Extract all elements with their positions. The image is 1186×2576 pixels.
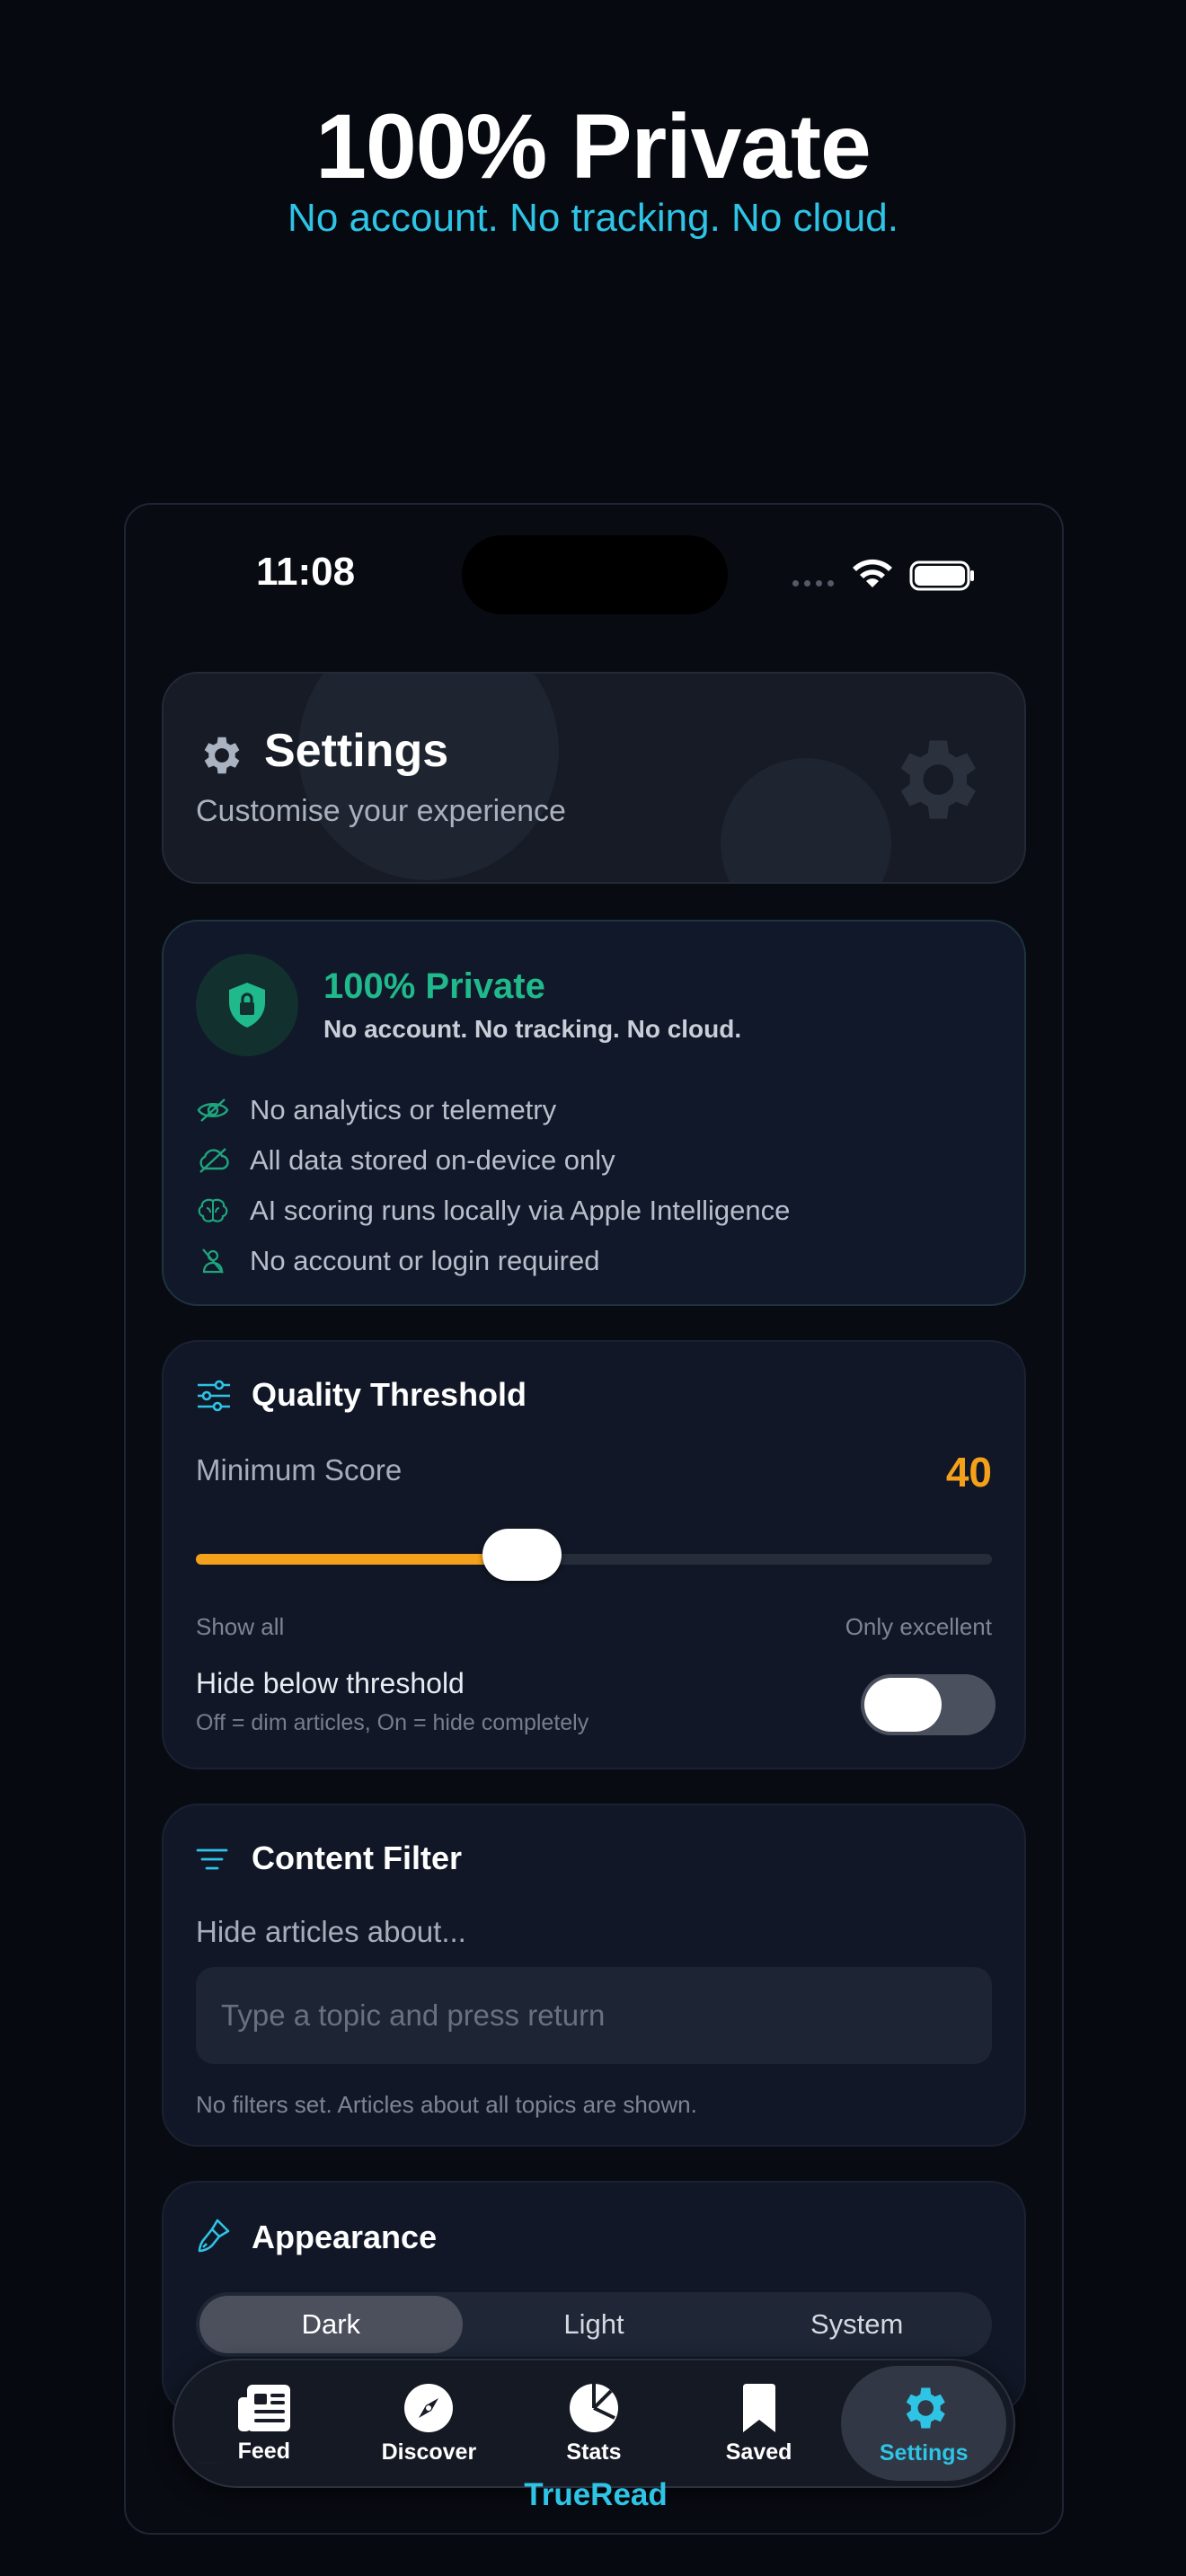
tab-stats[interactable]: Stats (511, 2366, 677, 2481)
person-slash-icon (196, 1248, 250, 1275)
privacy-title: 100% Private (323, 966, 545, 1006)
eye-slash-icon (196, 1097, 250, 1124)
quality-threshold-title: Quality Threshold (252, 1376, 527, 1413)
gear-watermark-icon (900, 740, 976, 819)
compass-icon (404, 2383, 454, 2432)
privacy-feature-label: No account or login required (250, 1245, 600, 1276)
phone-frame: 11:08 Settings Customise your experience (124, 503, 1064, 2535)
battery-icon (909, 560, 974, 591)
score-slider-thumb[interactable] (482, 1529, 562, 1581)
privacy-feature-list: No analytics or telemetry All data store… (196, 1085, 790, 1286)
bookmark-icon (742, 2383, 775, 2432)
topic-filter-input[interactable] (196, 1967, 992, 2064)
content-filter-note: No filters set. Articles about all topic… (196, 2091, 697, 2118)
cloud-slash-icon (196, 1147, 250, 1174)
tab-bar: Feed Discover Stats Saved Settings (173, 2359, 1015, 2488)
tab-saved[interactable]: Saved (677, 2366, 842, 2481)
dynamic-island (462, 535, 728, 614)
hero-title: 100% Private (315, 95, 871, 198)
newspaper-icon (237, 2384, 290, 2431)
tab-feed[interactable]: Feed (181, 2366, 347, 2481)
status-time: 11:08 (256, 550, 356, 594)
slider-min-label: Show all (196, 1613, 285, 1640)
paintbrush-icon (198, 2219, 230, 2253)
page-title: Settings (264, 725, 449, 777)
header-decor-circle (721, 758, 891, 882)
gear-icon (906, 2387, 945, 2428)
sliders-icon (198, 1380, 230, 1412)
quality-threshold-card: Quality Threshold Minimum Score 40 Show … (162, 1340, 1026, 1769)
brand-name: TrueRead (524, 2477, 668, 2512)
hide-below-threshold-description: Off = dim articles, On = hide completely (196, 1710, 589, 1735)
tab-label: Saved (725, 2439, 792, 2465)
score-slider-track[interactable] (196, 1554, 992, 1565)
filter-lines-icon (196, 1848, 228, 1870)
minimum-score-label: Minimum Score (196, 1453, 403, 1486)
cellular-signal-icon (792, 580, 834, 587)
privacy-subtitle: No account. No tracking. No cloud. (323, 1015, 742, 1043)
toggle-knob (864, 1678, 942, 1732)
content-filter-subtitle: Hide articles about... (196, 1915, 466, 1948)
brain-icon (196, 1197, 250, 1224)
score-slider-fill (196, 1554, 523, 1565)
tab-discover[interactable]: Discover (347, 2366, 512, 2481)
content-filter-card: Content Filter Hide articles about... No… (162, 1804, 1026, 2147)
gear-icon (204, 737, 240, 774)
privacy-feature-item: No analytics or telemetry (196, 1085, 790, 1135)
content-filter-title: Content Filter (252, 1839, 462, 1876)
privacy-feature-label: All data stored on-device only (250, 1144, 615, 1176)
privacy-feature-item: No account or login required (196, 1236, 790, 1286)
hide-below-threshold-label: Hide below threshold (196, 1667, 465, 1699)
privacy-feature-item: All data stored on-device only (196, 1135, 790, 1186)
wifi-icon (853, 559, 892, 587)
settings-header-card: Settings Customise your experience (162, 672, 1026, 884)
tab-label: Feed (237, 2438, 290, 2464)
tab-label: Settings (879, 2439, 969, 2466)
appearance-option-system[interactable]: System (725, 2296, 988, 2353)
privacy-feature-label: No analytics or telemetry (250, 1094, 557, 1125)
shield-badge (196, 954, 298, 1056)
privacy-feature-item: AI scoring runs locally via Apple Intell… (196, 1186, 790, 1236)
appearance-option-light[interactable]: Light (463, 2296, 726, 2353)
appearance-option-dark[interactable]: Dark (199, 2296, 463, 2353)
tab-label: Discover (381, 2439, 477, 2465)
privacy-card: 100% Private No account. No tracking. No… (162, 920, 1026, 1306)
appearance-title: Appearance (252, 2219, 438, 2255)
shield-lock-icon (229, 983, 265, 1028)
hero-subtitle: No account. No tracking. No cloud. (288, 196, 898, 240)
page-subtitle: Customise your experience (196, 794, 566, 828)
hide-below-threshold-toggle[interactable] (861, 1674, 996, 1735)
tab-label: Stats (566, 2439, 622, 2465)
minimum-score-value: 40 (945, 1449, 992, 1495)
slider-max-label: Only excellent (845, 1613, 992, 1640)
pie-chart-icon (569, 2383, 618, 2432)
privacy-feature-label: AI scoring runs locally via Apple Intell… (250, 1195, 791, 1226)
tab-settings[interactable]: Settings (841, 2366, 1006, 2481)
appearance-segmented-control: Dark Light System (196, 2292, 992, 2357)
